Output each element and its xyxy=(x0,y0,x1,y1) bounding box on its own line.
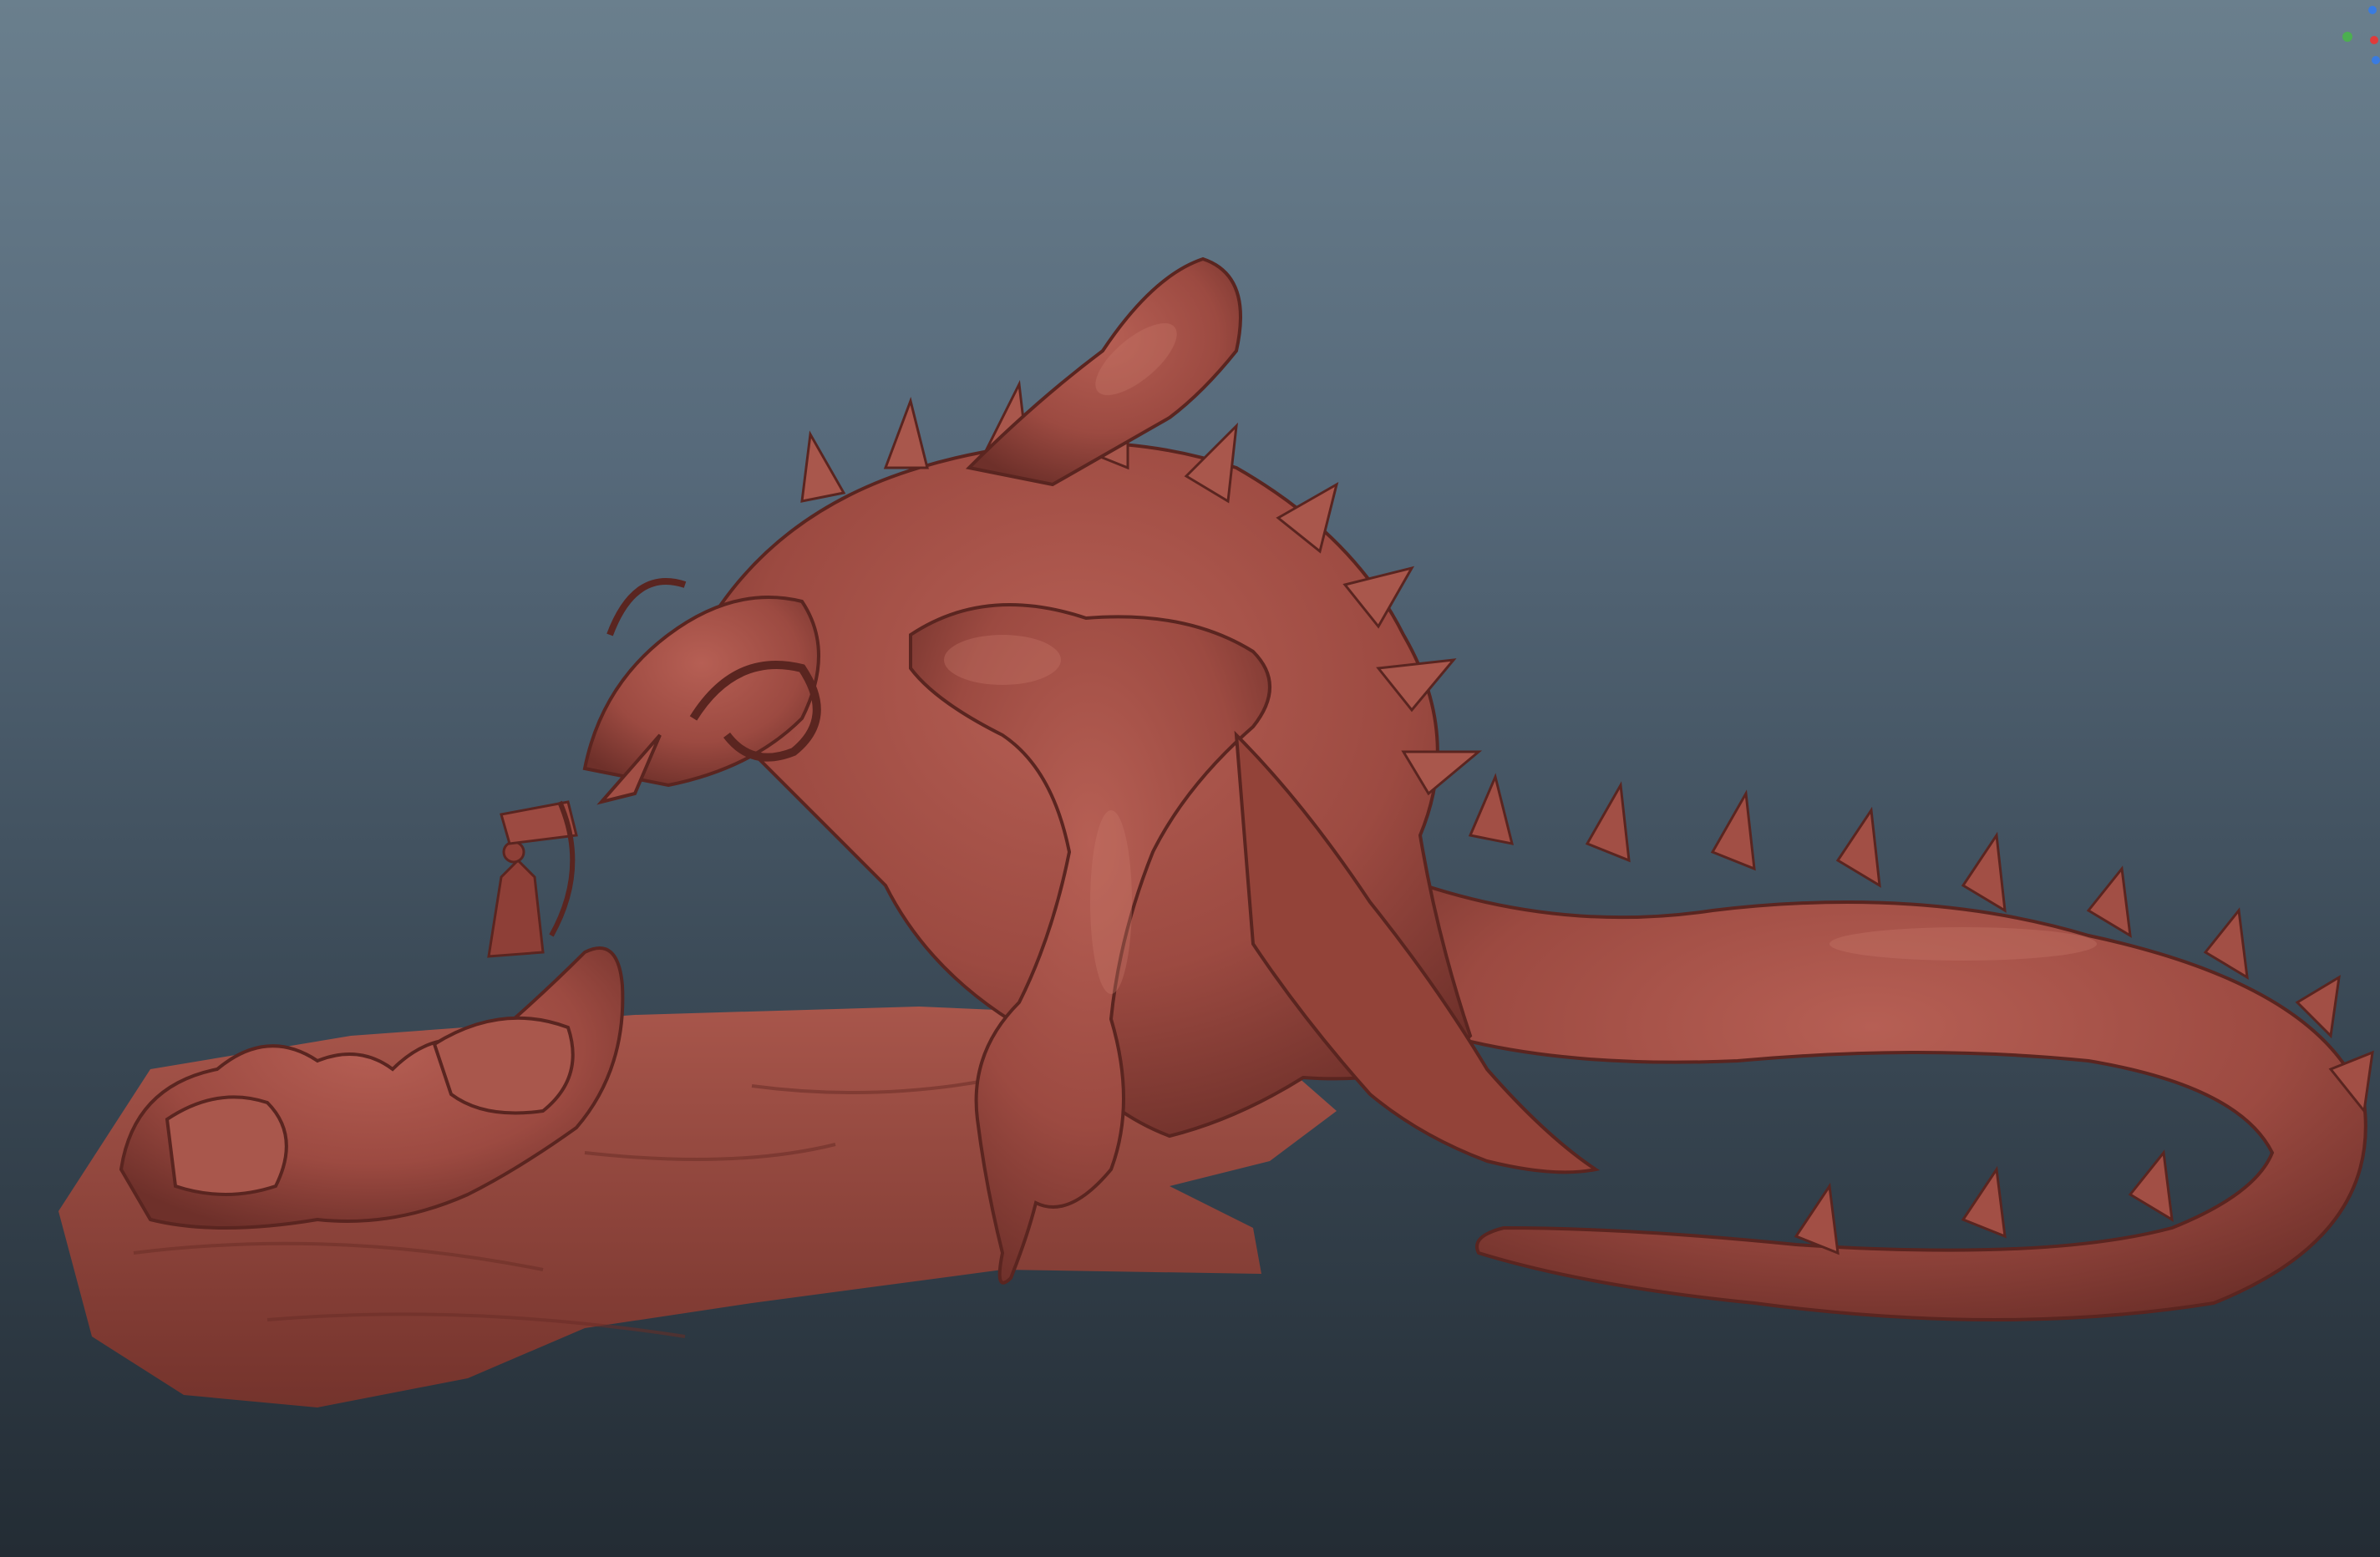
gizmo-z-axis[interactable] xyxy=(2368,6,2377,14)
axis-gizmo-icon[interactable] xyxy=(2331,0,2380,67)
gizmo-y-axis[interactable] xyxy=(2342,32,2352,42)
sculpt-scene[interactable] xyxy=(0,0,2380,1557)
archer-figure xyxy=(487,800,578,958)
3d-viewport[interactable] xyxy=(0,0,2380,1557)
gizmo-x-axis[interactable] xyxy=(2370,36,2378,44)
gizmo-neg-z[interactable] xyxy=(2372,56,2380,64)
